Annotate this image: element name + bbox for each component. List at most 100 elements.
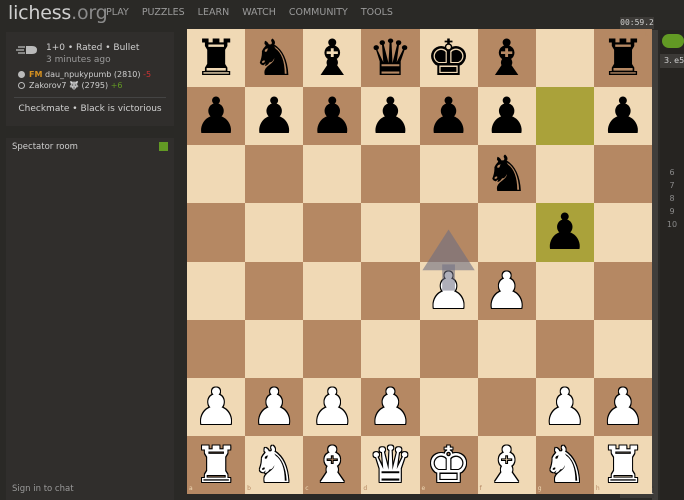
black-player-dot — [18, 71, 25, 78]
black-pawn-c7[interactable]: ♟ — [303, 87, 361, 145]
square-e6[interactable] — [419, 145, 478, 204]
black-player[interactable]: FM dau_npukypumb (2810) -5 — [18, 70, 151, 79]
white-pawn-c2[interactable]: ♟ — [303, 378, 361, 436]
square-g6[interactable] — [535, 145, 594, 204]
scrollbar[interactable] — [652, 30, 658, 500]
square-c5[interactable] — [303, 203, 362, 262]
square-c6[interactable] — [303, 145, 362, 204]
nav-puzzles[interactable]: PUZZLES — [142, 7, 185, 18]
square-e5[interactable] — [419, 203, 478, 262]
white-pawn-d2[interactable]: ♟ — [361, 378, 419, 436]
white-pawn-f4[interactable]: ♟ — [478, 262, 536, 320]
square-g3[interactable] — [535, 319, 594, 378]
square-b6[interactable] — [245, 145, 304, 204]
move-number: 9 — [669, 207, 675, 216]
rating-diff: +6 — [110, 81, 123, 90]
square-d3[interactable] — [361, 319, 420, 378]
logo-text: lichess — [8, 2, 72, 24]
white-pawn-b2[interactable]: ♟ — [245, 378, 303, 436]
square-f5[interactable] — [477, 203, 536, 262]
square-f3[interactable] — [477, 319, 536, 378]
analysis-toggle[interactable] — [662, 34, 684, 48]
black-pawn-b7[interactable]: ♟ — [245, 87, 303, 145]
player-name[interactable]: Zakorov7 — [29, 81, 66, 90]
square-a6[interactable] — [187, 145, 246, 204]
white-knight-b1[interactable]: ♞ — [245, 436, 303, 494]
square-h3[interactable] — [593, 319, 652, 378]
square-b4[interactable] — [245, 261, 304, 320]
black-pawn-a7[interactable]: ♟ — [187, 87, 245, 145]
player-name[interactable]: dau_npukypumb — [45, 70, 111, 79]
square-c3[interactable] — [303, 319, 362, 378]
white-queen-d1[interactable]: ♛ — [361, 436, 419, 494]
chat-title: Spectator room — [12, 142, 78, 152]
square-a5[interactable] — [187, 203, 246, 262]
move-number: 7 — [669, 181, 675, 190]
player-rating: (2810) — [113, 70, 141, 79]
square-h4[interactable] — [593, 261, 652, 320]
black-pawn-d7[interactable]: ♟ — [361, 87, 419, 145]
chat-panel: Spectator room Sign in to chat — [6, 138, 174, 500]
square-b3[interactable] — [245, 319, 304, 378]
black-rook-a8[interactable]: ♜ — [187, 29, 245, 87]
square-b5[interactable] — [245, 203, 304, 262]
black-knight-f6[interactable]: ♞ — [478, 145, 536, 203]
square-d4[interactable] — [361, 261, 420, 320]
move-number: 8 — [669, 194, 675, 203]
square-e3[interactable] — [419, 319, 478, 378]
top-clock: 00:59.2 — [620, 17, 654, 29]
lichess-logo[interactable]: lichess.org — [8, 2, 108, 24]
white-bishop-f1[interactable]: ♝ — [478, 436, 536, 494]
black-pawn-g5[interactable]: ♟ — [536, 203, 594, 261]
rank-label: 4 — [645, 263, 649, 271]
square-h5[interactable] — [593, 203, 652, 262]
square-a4[interactable] — [187, 261, 246, 320]
square-h6[interactable] — [593, 145, 652, 204]
black-rook-h8[interactable]: ♜ — [594, 29, 652, 87]
bullet-icon — [16, 46, 37, 54]
chat-toggle[interactable] — [159, 142, 168, 151]
black-pawn-e7[interactable]: ♟ — [420, 87, 478, 145]
square-a3[interactable] — [187, 319, 246, 378]
square-e2[interactable] — [419, 377, 478, 436]
nav-learn[interactable]: LEARN — [198, 7, 230, 18]
black-queen-d8[interactable]: ♛ — [361, 29, 419, 87]
black-bishop-c8[interactable]: ♝ — [303, 29, 361, 87]
game-type: 1+0 • Rated • Bullet — [46, 43, 140, 53]
chat-signin-link[interactable]: Sign in to chat — [12, 484, 74, 494]
black-king-e8[interactable]: ♚ — [420, 29, 478, 87]
square-d5[interactable] — [361, 203, 420, 262]
white-knight-g1[interactable]: ♞ — [536, 436, 594, 494]
white-rook-a1[interactable]: ♜ — [187, 436, 245, 494]
white-pawn-e4[interactable]: ♟ — [420, 262, 478, 320]
chess-board[interactable]: 8 7 6 5 4 3 2 1 a b c d e f g h ♜ ♞ ♝ ♛ ♚ ♝ ♜ ♟ ♟ ♟ ♟ ♟ ♟ ♟ ♞ ♟ ♟ ♟ ♟ ♟ ♟ ♟ ♟ ♟… — [187, 29, 652, 494]
white-player-dot — [18, 82, 25, 89]
square-c4[interactable] — [303, 261, 362, 320]
game-result: Checkmate • Black is victorious — [18, 104, 162, 114]
square-d6[interactable] — [361, 145, 420, 204]
nav-tools[interactable]: TOOLS — [361, 7, 393, 18]
move-list-item[interactable]: 3. e5 — [660, 54, 684, 68]
black-knight-b8[interactable]: ♞ — [245, 29, 303, 87]
square-g8[interactable] — [535, 29, 594, 88]
square-g7[interactable] — [535, 87, 594, 146]
game-time-ago[interactable]: 3 minutes ago — [46, 54, 139, 66]
white-pawn-a2[interactable]: ♟ — [187, 378, 245, 436]
white-pawn-h2[interactable]: ♟ — [594, 378, 652, 436]
black-pawn-f7[interactable]: ♟ — [478, 87, 536, 145]
square-g4[interactable] — [535, 261, 594, 320]
nav-watch[interactable]: WATCH — [242, 7, 276, 18]
nav-play[interactable]: PLAY — [106, 7, 129, 18]
rank-label: 3 — [645, 321, 649, 329]
white-king-e1[interactable]: ♚ — [420, 436, 478, 494]
white-pawn-g2[interactable]: ♟ — [536, 378, 594, 436]
black-bishop-f8[interactable]: ♝ — [478, 29, 536, 87]
move-number: 6 — [669, 168, 675, 177]
white-player[interactable]: Zakorov7 🐺 (2795) +6 — [18, 81, 122, 90]
nav-community[interactable]: COMMUNITY — [289, 7, 348, 18]
black-pawn-h7[interactable]: ♟ — [594, 87, 652, 145]
white-bishop-c1[interactable]: ♝ — [303, 436, 361, 494]
square-f2[interactable] — [477, 377, 536, 436]
white-rook-h1[interactable]: ♜ — [594, 436, 652, 494]
game-meta: 1+0 • Rated • Bullet 3 minutes ago — [46, 42, 139, 66]
